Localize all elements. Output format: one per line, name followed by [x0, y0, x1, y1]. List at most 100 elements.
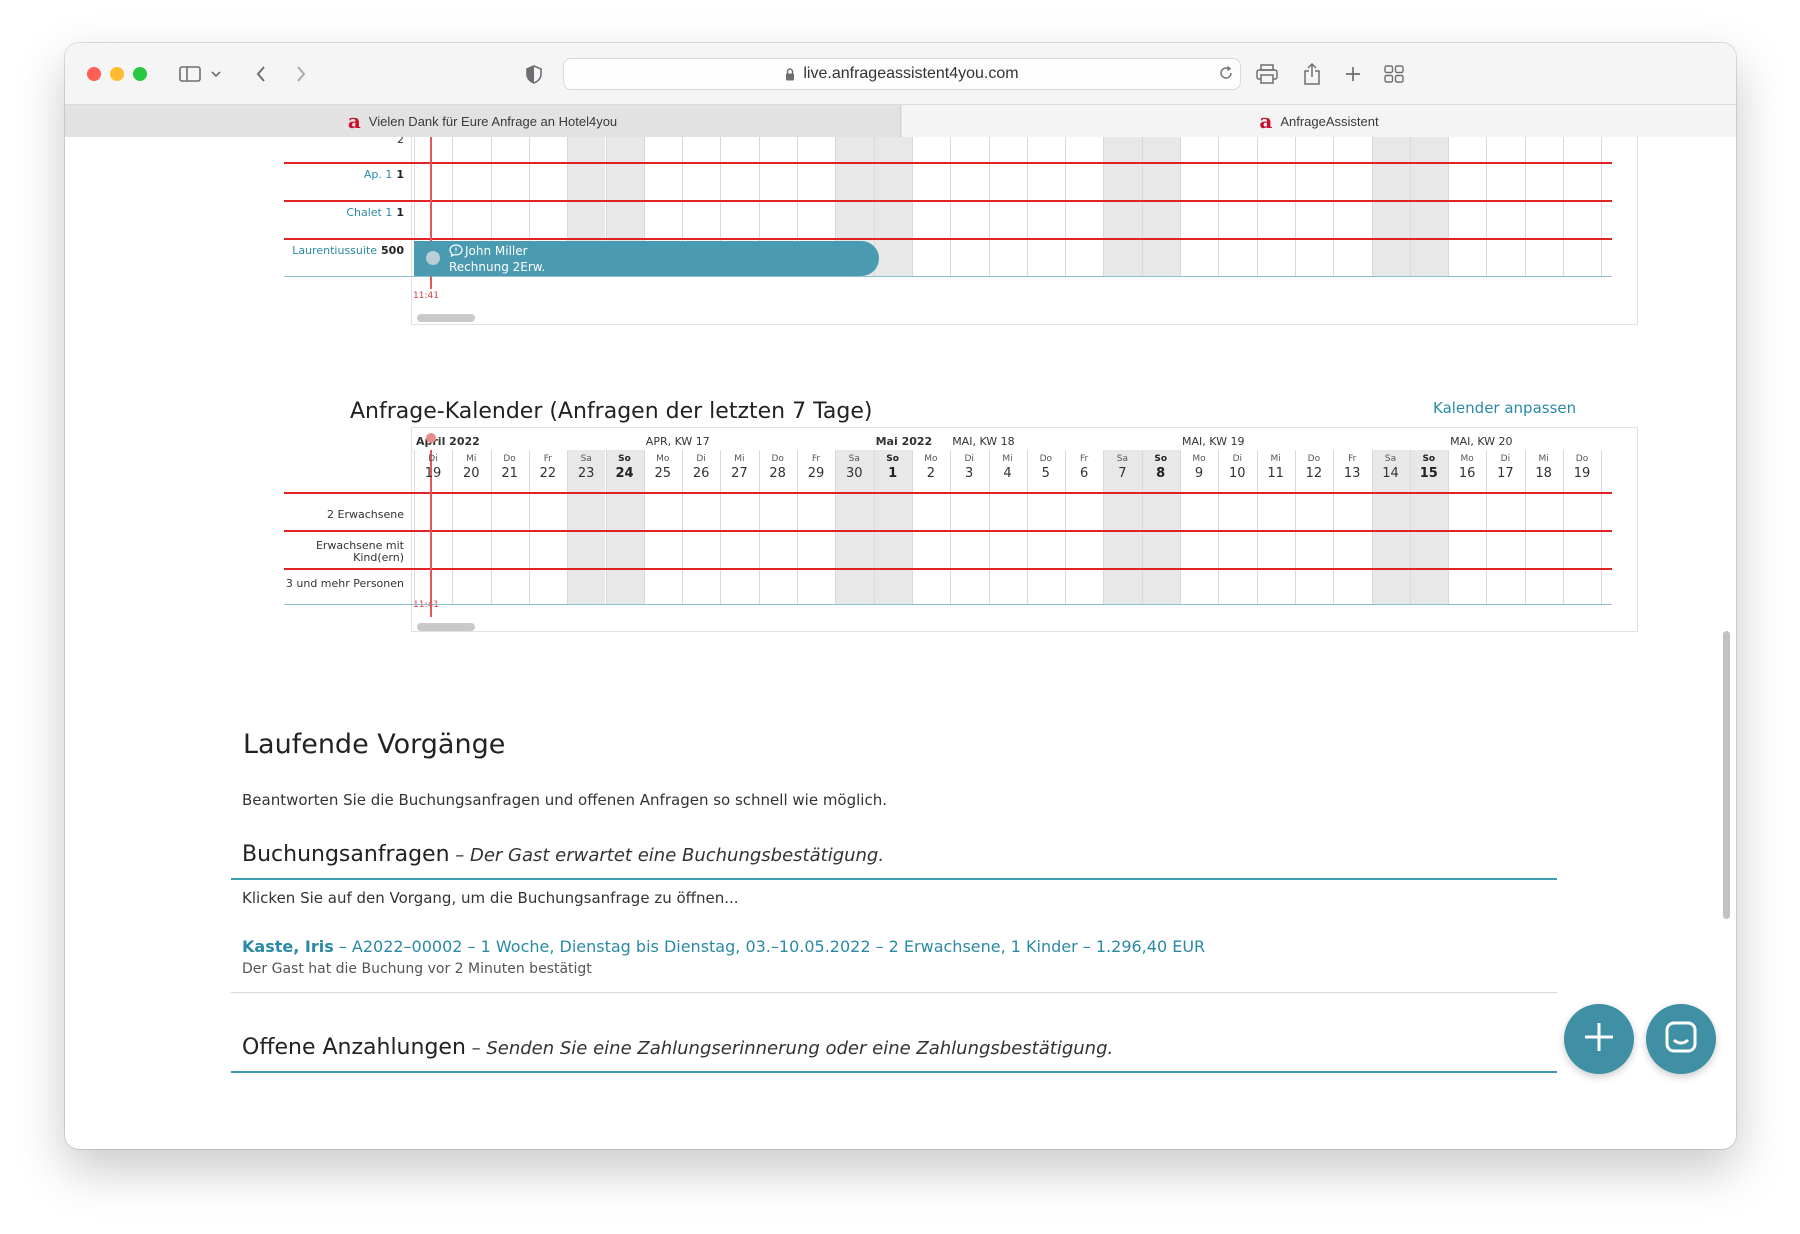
booking-guest: John Miller	[465, 244, 528, 258]
weekday-label: So	[886, 454, 899, 464]
horizontal-scrollbar[interactable]	[417, 314, 475, 322]
day-header[interactable]: Do 21	[491, 454, 529, 482]
browser-toolbar: live.anfrageassistent4you.com	[65, 43, 1736, 104]
weekday-label: Fr	[543, 454, 552, 464]
vertical-scrollbar[interactable]	[1723, 631, 1730, 919]
weekend-column	[1141, 137, 1180, 277]
day-number: 18	[1535, 466, 1552, 481]
lock-icon	[785, 67, 795, 81]
tab-overview-icon[interactable]	[1383, 60, 1405, 88]
horizontal-scrollbar[interactable]	[417, 623, 475, 631]
day-header[interactable]: Mo 16	[1448, 454, 1486, 482]
day-header[interactable]: Mi 4	[989, 454, 1027, 482]
booking-status-dot	[426, 251, 440, 265]
request-row-label: Erwachsene mit Kind(ern)	[315, 539, 404, 564]
day-header[interactable]: Mi 27	[720, 454, 758, 482]
day-header[interactable]: Fr 6	[1065, 454, 1103, 482]
room-link[interactable]: Laurentiussuite	[292, 244, 377, 257]
weekday-label: Do	[1039, 454, 1053, 464]
weekend-column	[1409, 137, 1449, 277]
room-link[interactable]: Ap. 1	[364, 168, 393, 181]
day-header[interactable]: Di 3	[950, 454, 988, 482]
favicon-icon: a	[1259, 109, 1273, 133]
chevron-down-icon[interactable]	[209, 60, 223, 88]
room-row-label[interactable]: Chalet 1 1	[284, 207, 404, 219]
day-header[interactable]: So 15	[1410, 454, 1448, 482]
room-row-label[interactable]: Ap. 11	[284, 169, 404, 181]
day-header[interactable]: Do 28	[759, 454, 797, 482]
day-header[interactable]: Di 26	[682, 454, 720, 482]
day-number: 10	[1229, 466, 1246, 481]
day-header[interactable]: So 24	[606, 454, 644, 482]
day-header[interactable]: Fr 13	[1333, 454, 1371, 482]
grid-column-line	[1333, 137, 1335, 277]
day-header[interactable]: So 8	[1142, 454, 1180, 482]
weekday-label: Di	[428, 454, 438, 464]
entry-status: Der Gast hat die Buchung vor 2 Minuten b…	[242, 961, 592, 977]
day-number: 20	[463, 466, 480, 481]
weekday-label: Do	[771, 454, 784, 464]
day-header[interactable]: Do 19	[1563, 454, 1601, 482]
tab-anfrageassistent[interactable]: a AnfrageAssistent	[902, 105, 1736, 137]
day-number: 27	[731, 466, 748, 481]
booking-request-entry[interactable]: Kaste, Iris – A2022–00002 – 1 Woche, Die…	[242, 937, 1205, 956]
day-header[interactable]: Sa 14	[1372, 454, 1410, 482]
day-header[interactable]: Mi 11	[1257, 454, 1295, 482]
day-header[interactable]: Sa 23	[567, 454, 605, 482]
zoom-window-button[interactable]	[133, 67, 147, 81]
day-number: 11	[1267, 466, 1284, 481]
room-link[interactable]: Chalet 1	[346, 206, 392, 219]
day-header[interactable]: Mo 2	[912, 454, 950, 482]
grid-column-line	[1294, 137, 1296, 277]
grid-column-line	[1141, 137, 1143, 277]
adjust-calendar-link[interactable]: Kalender anpassen	[1433, 399, 1576, 417]
chat-button[interactable]	[1646, 1004, 1716, 1074]
address-bar[interactable]: live.anfrageassistent4you.com	[563, 58, 1241, 90]
new-tab-icon[interactable]	[1343, 60, 1363, 88]
day-header[interactable]: Di 17	[1486, 454, 1524, 482]
day-number: 19	[424, 466, 442, 481]
day-header[interactable]: Di 10	[1218, 454, 1256, 482]
day-header[interactable]: Di 19	[414, 454, 452, 482]
day-header[interactable]: Fr 22	[529, 454, 567, 482]
weekday-label: Do	[1307, 454, 1321, 464]
share-icon[interactable]	[1302, 60, 1322, 88]
tab-hotel4you[interactable]: a Vielen Dank für Eure Anfrage an Hotel4…	[65, 105, 901, 137]
room-calendar: 2 Ap. 11 Chalet 11 Laurentiussuite 500 11…	[220, 137, 1640, 377]
day-header[interactable]: Mo 25	[644, 454, 682, 482]
sidebar-icon[interactable]	[177, 60, 203, 88]
day-number: 30	[846, 466, 863, 481]
day-header[interactable]: So 1	[874, 454, 912, 482]
day-header[interactable]: Mi 18	[1525, 454, 1563, 482]
minimize-window-button[interactable]	[110, 67, 124, 81]
speech-bubble-icon	[449, 244, 463, 260]
open-deposits-heading: Offene Anzahlungen – Senden Sie eine Zah…	[242, 1035, 1113, 1060]
booking-bar[interactable]: John Miller Rechnung 2Erw.	[414, 241, 879, 276]
weekday-label: So	[618, 454, 631, 464]
print-icon[interactable]	[1255, 60, 1279, 88]
back-icon[interactable]	[251, 60, 271, 88]
room-row-label[interactable]: Laurentiussuite 500	[264, 245, 404, 257]
forward-icon[interactable]	[291, 60, 311, 88]
day-header[interactable]: Mi 20	[452, 454, 490, 482]
day-number: 14	[1382, 466, 1399, 481]
month-week-label: APR, KW 17	[645, 435, 710, 448]
booking-requests-heading: Buchungsanfragen – Der Gast erwartet ein…	[242, 842, 884, 867]
reload-icon[interactable]	[1218, 65, 1234, 86]
close-window-button[interactable]	[87, 67, 101, 81]
day-header[interactable]: Do 12	[1295, 454, 1333, 482]
day-header[interactable]: Fr 29	[797, 454, 835, 482]
row-divider-bottom	[284, 276, 1612, 277]
day-header[interactable]: Do 5	[1027, 454, 1065, 482]
day-header[interactable]: Mo 9	[1180, 454, 1218, 482]
add-button[interactable]	[1564, 1004, 1634, 1074]
day-header[interactable]: Sa 7	[1103, 454, 1141, 482]
day-header[interactable]: Sa 30	[835, 454, 873, 482]
day-number: 8	[1156, 466, 1166, 481]
weekday-label: Sa	[848, 454, 860, 464]
day-number: 16	[1458, 466, 1476, 481]
running-title: Laufende Vorgänge	[243, 729, 506, 760]
weekend-column	[1371, 137, 1410, 277]
weekday-label: Mi	[734, 454, 745, 464]
shield-icon[interactable]	[523, 60, 545, 88]
